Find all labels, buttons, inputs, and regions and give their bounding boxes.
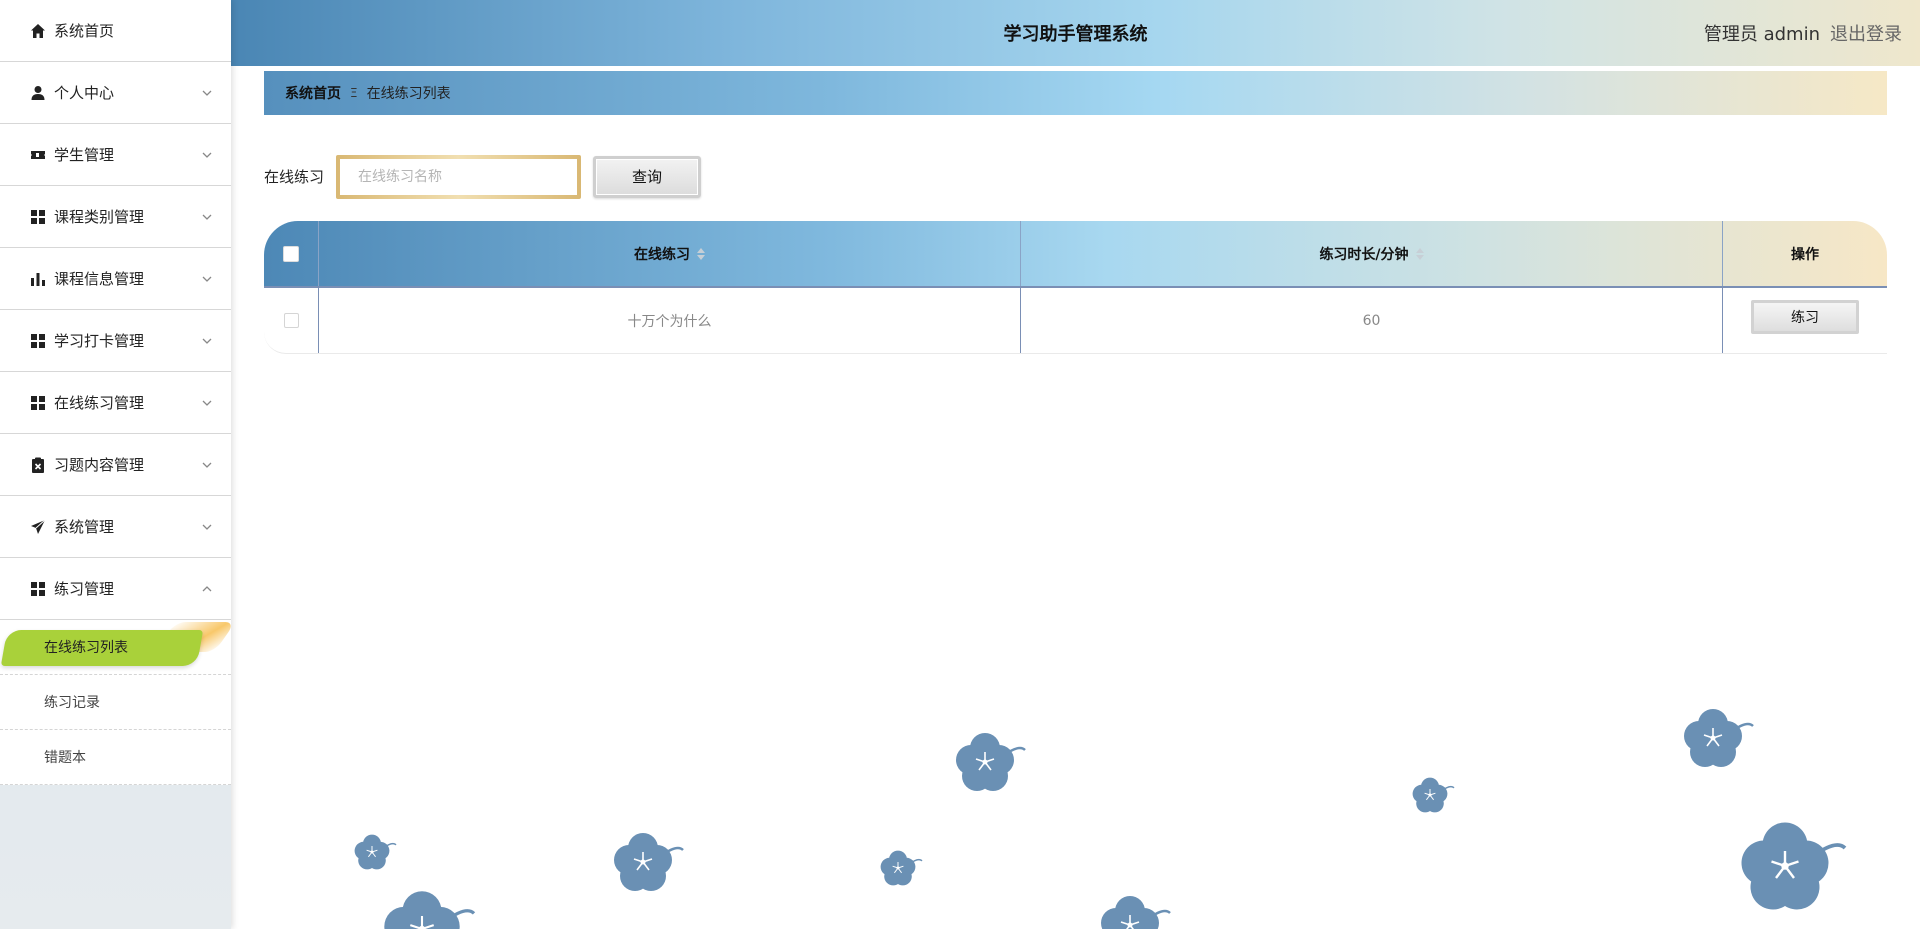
sidebar-item-label: 在线练习管理 [54, 394, 145, 412]
sidebar-item-label: 学生管理 [54, 146, 115, 164]
sidebar-item-course-category[interactable]: 课程类别管理 [0, 186, 231, 248]
chevron-down-icon [201, 87, 213, 99]
sidebar-item-label: 习题内容管理 [54, 456, 145, 474]
sidebar-item-label: 课程信息管理 [54, 270, 145, 288]
sidebar-submenu: 在线练习列表 练习记录 错题本 [0, 620, 236, 785]
sidebar-menu: 系统首页 个人中心 学生管理 课程类别管理 课程信息管理 学习打卡管理 在线练习… [0, 0, 231, 620]
chevron-down-icon [201, 211, 213, 223]
bar-chart-icon [30, 271, 46, 287]
header-checkbox-cell [264, 221, 319, 286]
grid-icon [30, 395, 46, 411]
search-button[interactable]: 查询 [593, 155, 702, 198]
chevron-down-icon [201, 335, 213, 347]
chevron-down-icon [201, 397, 213, 409]
clover-decoration [353, 707, 1847, 929]
row-checkbox[interactable] [283, 313, 299, 328]
user-area: 管理员 admin 退出登录 [1704, 0, 1902, 66]
user-label: 管理员 admin [1703, 24, 1820, 45]
select-all-checkbox[interactable] [283, 245, 299, 262]
search-label: 在线练习 [264, 168, 325, 186]
sidebar-item-label: 系统管理 [54, 518, 115, 536]
sort-icon[interactable] [697, 247, 705, 260]
clipboard-icon [30, 457, 46, 473]
home-icon [30, 23, 46, 39]
sidebar-item-practice-management[interactable]: 练习管理 [0, 558, 231, 620]
sidebar-item-exercise-content[interactable]: 习题内容管理 [0, 434, 231, 496]
sidebar-item-label: 练习管理 [54, 580, 115, 598]
chevron-down-icon [201, 521, 213, 533]
chevron-up-icon [201, 583, 213, 595]
sidebar-item-course-info[interactable]: 课程信息管理 [0, 248, 231, 310]
cell-practice-name: 十万个为什么 [319, 288, 1021, 353]
breadcrumb: 系统首页 Ξ 在线练习列表 [264, 71, 1887, 115]
cell-actions: 练习 [1723, 288, 1887, 353]
sidebar-item-label: 个人中心 [54, 84, 115, 102]
chevron-down-icon [201, 273, 213, 285]
practice-table: 在线练习 练习时长/分钟 操作 十万个为什么 60 练习 [264, 221, 1887, 354]
grid-icon [30, 209, 46, 225]
breadcrumb-current: 在线练习列表 [366, 86, 451, 102]
row-checkbox-cell [264, 288, 319, 353]
paper-plane-icon [30, 519, 46, 535]
sort-icon[interactable] [1415, 247, 1424, 260]
app-title: 学习助手管理系统 [1003, 24, 1148, 45]
column-header-label: 在线练习 [634, 246, 690, 263]
sidebar-item-study-checkin[interactable]: 学习打卡管理 [0, 310, 231, 372]
breadcrumb-separator: Ξ [350, 86, 358, 100]
sidebar-subitem-label: 练习记录 [44, 695, 100, 711]
column-header-duration[interactable]: 练习时长/分钟 [1021, 221, 1723, 286]
sidebar-item-label: 课程类别管理 [54, 208, 145, 226]
sidebar-item-personal-center[interactable]: 个人中心 [0, 62, 231, 124]
breadcrumb-home[interactable]: 系统首页 [285, 83, 341, 103]
grid-icon [30, 581, 46, 597]
practice-button[interactable]: 练习 [1751, 300, 1859, 334]
sidebar-subitem-practice-records[interactable]: 练习记录 [0, 675, 231, 730]
sidebar-item-home[interactable]: 系统首页 [0, 0, 231, 62]
sidebar-subitem-online-practice-list[interactable]: 在线练习列表 [0, 620, 236, 675]
sidebar-item-system-management[interactable]: 系统管理 [0, 496, 231, 558]
column-header-label: 练习时长/分钟 [1319, 246, 1409, 263]
chevron-down-icon [201, 459, 213, 471]
sidebar-item-student-management[interactable]: 学生管理 [0, 124, 231, 186]
search-input[interactable] [340, 158, 578, 195]
table-header: 在线练习 练习时长/分钟 操作 [264, 221, 1887, 288]
column-header-actions: 操作 [1723, 221, 1887, 286]
table-row: 十万个为什么 60 练习 [264, 288, 1887, 354]
sidebar-subitem-wrong-answers[interactable]: 错题本 [0, 730, 231, 785]
chevron-down-icon [201, 149, 213, 161]
sidebar-subitem-label: 在线练习列表 [44, 640, 128, 656]
table-body: 十万个为什么 60 练习 [264, 288, 1887, 354]
grid-icon [30, 333, 46, 349]
search-bar: 在线练习 查询 [264, 154, 702, 199]
search-input-frame [336, 154, 582, 199]
sidebar-item-label: 学习打卡管理 [54, 332, 145, 350]
logout-link[interactable]: 退出登录 [1830, 20, 1902, 46]
top-header: 学习助手管理系统 管理员 admin 退出登录 [231, 0, 1920, 66]
cell-duration: 60 [1021, 288, 1723, 353]
sidebar-item-label: 系统首页 [54, 22, 115, 40]
user-icon [30, 85, 46, 101]
ticket-icon [30, 147, 46, 163]
column-header-label: 操作 [1791, 246, 1819, 263]
column-header-practice[interactable]: 在线练习 [319, 221, 1021, 286]
sidebar-subitem-label: 错题本 [44, 750, 86, 766]
sidebar-item-online-practice-management[interactable]: 在线练习管理 [0, 372, 231, 434]
sidebar: 系统首页 个人中心 学生管理 课程类别管理 课程信息管理 学习打卡管理 在线练习… [0, 0, 236, 929]
